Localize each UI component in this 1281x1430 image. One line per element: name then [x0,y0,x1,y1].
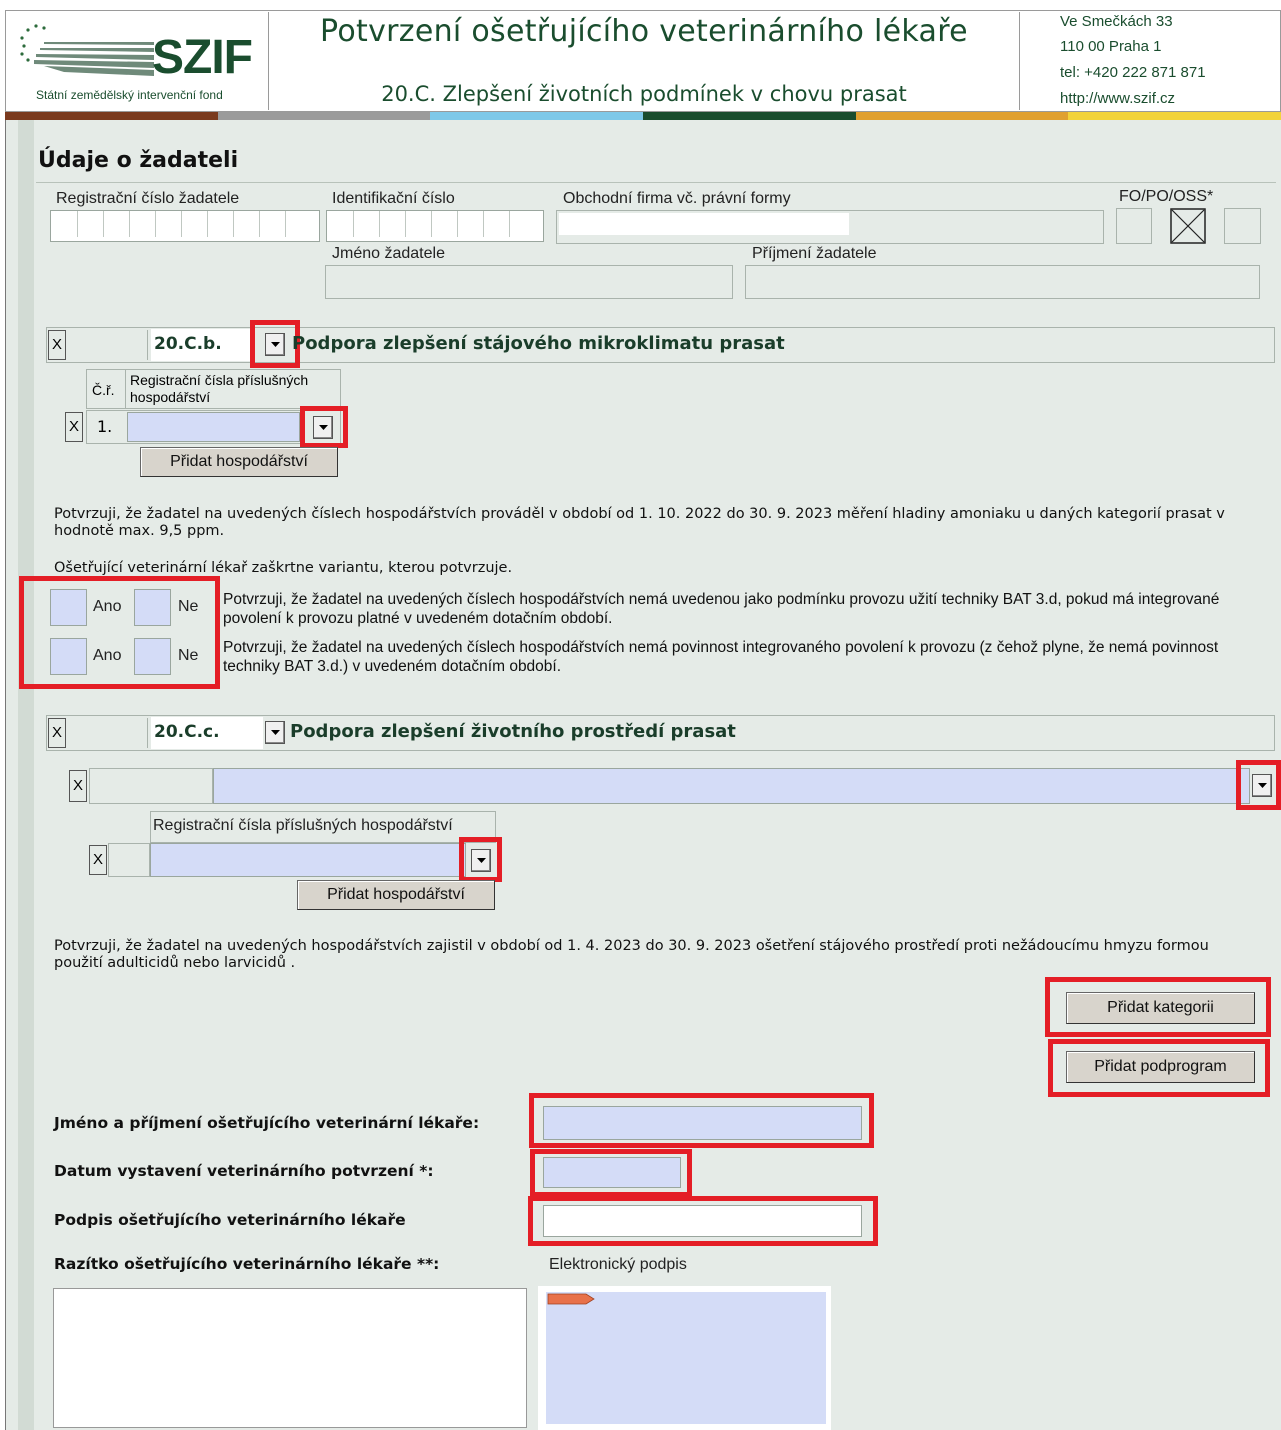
esign-label: Elektronický podpis [549,1256,687,1273]
section-c-remove-row-button[interactable]: X [89,845,107,875]
option2-yes-label: Ano [93,647,122,664]
section-b-blank-cell [68,330,148,360]
contact-phone: tel: +420 222 871 871 [1060,64,1206,81]
option1-no-checkbox[interactable] [134,589,171,626]
section-c-row-cell [108,843,150,877]
szif-logo: SZIF Státní zemědělský intervenční fond [10,12,268,110]
color-bar-segment [643,112,856,120]
id-number-field[interactable] [326,210,544,242]
section-c-farm-select[interactable] [150,843,466,877]
option1-yes-checkbox[interactable] [50,589,87,626]
subcategory-select[interactable] [213,768,1250,804]
subcategory-dropdown-button[interactable] [1252,774,1272,797]
color-bar-segment [855,112,1069,120]
col-reg-header: Registrační čísla příslušných hospodářst… [130,372,309,405]
vet-note: Ošetřující veterinární lékař zaškrtne va… [54,560,513,576]
section-c-dropdown-button[interactable] [265,721,285,744]
chevron-down-icon [1258,783,1267,788]
contact-web[interactable]: http://www.szif.cz [1060,90,1175,107]
remove-row-button[interactable]: X [65,412,83,442]
add-category-button[interactable]: Přidat kategorii [1066,992,1255,1024]
applicant-heading: Údaje o žadateli [38,148,239,173]
option2-no-label: Ne [178,647,199,664]
section-c-title: Podpora zlepšení životního prostředí pra… [290,721,736,742]
subcategory-blank-cell [89,768,213,804]
sign-flag-icon [547,1293,595,1305]
section-b-title: Podpora zlepšení stájového mikroklimatu … [292,333,785,354]
color-bar-segment [1068,112,1281,120]
color-bar-segment [430,112,644,120]
type-fo-box[interactable] [1116,208,1152,244]
vet-name-field[interactable] [543,1106,862,1140]
section-c-col-reg: Registrační čísla příslušných hospodářst… [153,817,453,834]
date-label: Datum vystavení veterinárního potvrzení … [54,1162,434,1180]
add-farm-button[interactable]: Přidat hospodářství [140,447,338,477]
farm-reg-dropdown-button[interactable] [313,416,333,439]
remove-section-c-button[interactable]: X [48,718,66,748]
company-field[interactable] [556,210,1104,244]
field-rows-icon [20,24,154,76]
heading-divider [36,182,1276,183]
first-name-label: Jméno žadatele [332,245,445,262]
add-subprogram-button[interactable]: Přidat podprogram [1066,1051,1255,1083]
option2-yes-checkbox[interactable] [50,638,87,675]
option1-text: Potvrzuji, že žadatel na uvedených čísle… [223,591,1220,627]
logo-text: SZIF [152,31,253,84]
chevron-down-icon [271,730,280,735]
col-no-header: Č.ř. [92,382,115,398]
signature-field[interactable] [543,1205,862,1237]
contact-city: 110 00 Praha 1 [1060,38,1162,55]
first-name-field[interactable] [325,265,733,299]
logo-subtitle: Státní zemědělský intervenční fond [36,88,223,102]
color-bar-segment [5,112,218,120]
last-name-label: Příjmení žadatele [752,245,877,262]
stamp-label: Razítko ošetřujícího veterinárního lékař… [54,1255,440,1273]
applicant-type-label: FO/PO/OSS* [1119,188,1214,205]
remove-section-b-button[interactable]: X [48,330,66,360]
row-number: 1. [97,417,113,436]
chevron-down-icon [271,342,280,347]
id-number-label: Identifikační číslo [332,190,455,207]
issue-date-field[interactable] [543,1157,681,1188]
chevron-down-icon [319,425,328,430]
remove-subcategory-button[interactable]: X [69,770,87,802]
type-po-checkbox[interactable] [1170,208,1206,244]
signature-label: Podpis ošetřujícího veterinárního lékaře [54,1211,406,1229]
farm-reg-select[interactable] [127,412,300,442]
section-b-dropdown-button[interactable] [265,333,285,356]
color-bar-segment [217,112,431,120]
section-c-add-farm-button[interactable]: Přidat hospodářství [297,880,495,910]
company-field-fill [559,213,849,235]
page-title: Potvrzení ošetřujícího veterinárního lék… [320,14,968,49]
section-b-code-select[interactable]: 20.C.b. [151,329,251,361]
checked-x-icon [1170,208,1206,244]
section-c-farm-dropdown-button[interactable] [471,849,491,872]
reg-number-field[interactable] [50,210,320,242]
option2-text: Potvrzuji, že žadatel na uvedených čísle… [223,639,1219,675]
option2-no-checkbox[interactable] [134,638,171,675]
section-c-confirmation: Potvrzuji, že žadatel na uvedených hospo… [54,938,1209,971]
esign-area[interactable] [546,1292,826,1424]
type-oss-box[interactable] [1224,208,1261,244]
option1-yes-label: Ano [93,598,122,615]
section-b-confirmation: Potvrzuji, že žadatel na uvedených čísle… [54,506,1225,539]
section-c-code-select[interactable]: 20.C.c. [151,717,263,749]
last-name-field[interactable] [745,265,1260,299]
left-stripe [18,120,34,1430]
company-label: Obchodní firma vč. právní formy [563,190,791,207]
section-c-blank-cell [68,718,148,748]
chevron-down-icon [477,858,486,863]
reg-number-label: Registrační číslo žadatele [56,190,240,207]
page-subtitle: 20.C. Zlepšení životních podmínek v chov… [381,82,907,106]
color-bar [5,112,1281,120]
option1-no-label: Ne [178,598,199,615]
vet-name-label: Jméno a příjmení ošetřujícího veterinárn… [54,1114,480,1132]
contact-street: Ve Smečkách 33 [1060,13,1173,30]
stamp-area[interactable] [53,1288,527,1428]
